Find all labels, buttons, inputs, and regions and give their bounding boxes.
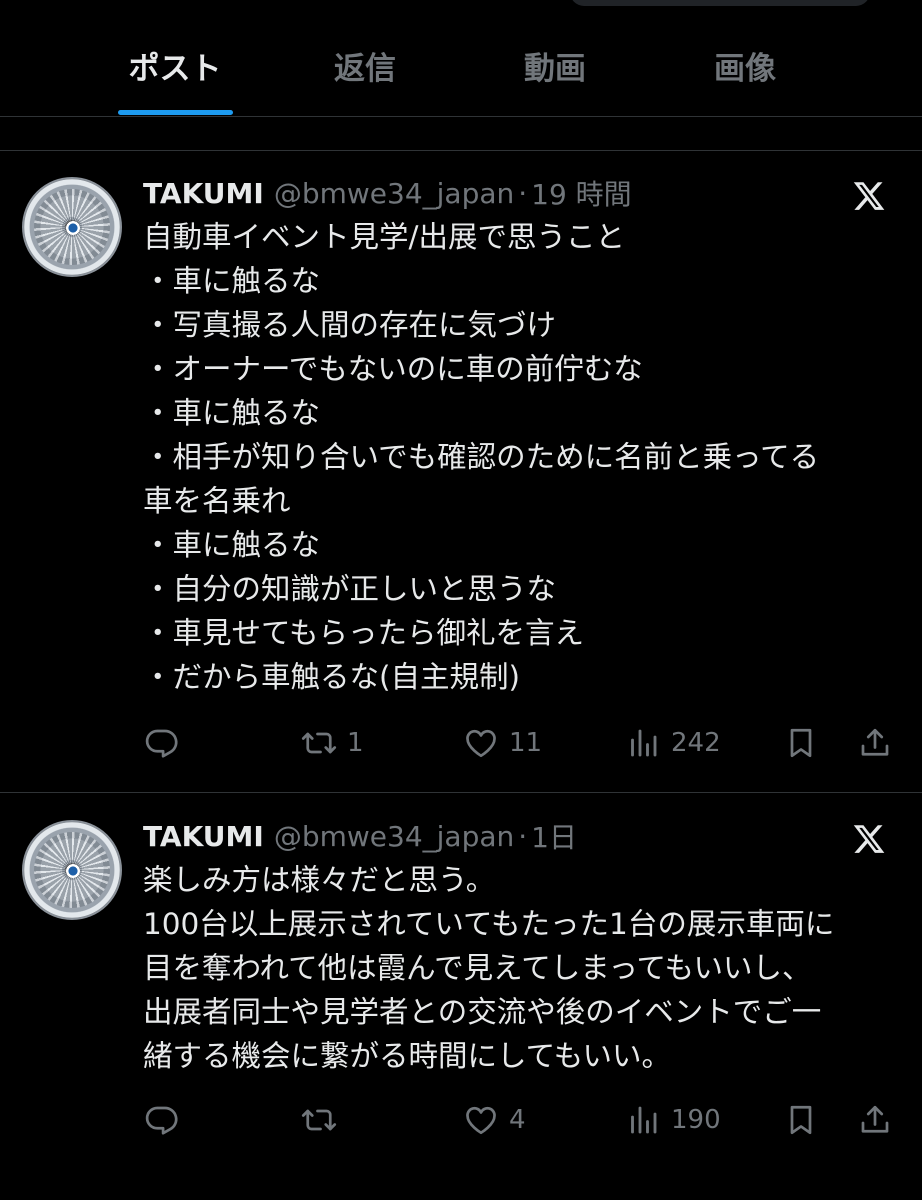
repost-button[interactable]: 1 bbox=[301, 723, 364, 763]
repost-count: 1 bbox=[347, 728, 364, 758]
x-logo-icon bbox=[853, 182, 885, 210]
bookmark-icon bbox=[790, 1105, 812, 1135]
bookmark-icon bbox=[790, 728, 812, 758]
search-bar-edge[interactable] bbox=[570, 0, 870, 6]
tab-videos-label: 動画 bbox=[524, 50, 586, 87]
views-icon bbox=[631, 1106, 657, 1134]
post-line: 目を奪われて他は霞んで見えてしまってもいいし、 bbox=[143, 951, 812, 985]
author-name[interactable]: TAKUMI bbox=[143, 177, 264, 210]
repost-icon bbox=[301, 732, 337, 754]
post-line: 車を名乗れ bbox=[143, 484, 291, 518]
reply-button[interactable] bbox=[143, 723, 179, 763]
author-handle[interactable]: @bmwe34_japan bbox=[274, 820, 514, 853]
tab-images[interactable]: 画像 bbox=[650, 14, 840, 116]
like-button[interactable]: 4 bbox=[463, 1100, 526, 1140]
post-header: TAKUMI @bmwe34_japan · 19 時間 bbox=[143, 173, 886, 213]
post-time[interactable]: 1日 bbox=[531, 816, 577, 856]
tab-videos[interactable]: 動画 bbox=[460, 14, 650, 116]
post-line: ・写真撮る人間の存在に気づけ bbox=[143, 308, 557, 342]
post-text: 楽しみ方は様々だと思う。 100台以上展示されていてもたった1台の展示車両に 目… bbox=[143, 858, 886, 1078]
share-icon bbox=[861, 728, 889, 756]
bookmark-button[interactable] bbox=[783, 1100, 819, 1140]
post-line: 自動車イベント見学/出展で思うこと bbox=[143, 220, 625, 254]
tab-posts[interactable]: ポスト bbox=[80, 14, 270, 116]
post-content: TAKUMI @bmwe34_japan · 1日 楽しみ方は様々だと思う。 1… bbox=[143, 816, 886, 1078]
share-icon bbox=[861, 1105, 889, 1133]
post-time[interactable]: 19 時間 bbox=[531, 173, 632, 213]
repost-button[interactable] bbox=[301, 1100, 347, 1140]
avatar[interactable] bbox=[22, 177, 122, 277]
profile-tabs: ポスト 返信 動画 画像 bbox=[0, 14, 922, 117]
share-button[interactable] bbox=[857, 1100, 893, 1140]
tab-replies[interactable]: 返信 bbox=[270, 14, 460, 116]
like-count: 11 bbox=[509, 728, 543, 758]
views-count: 242 bbox=[671, 728, 721, 758]
heart-icon bbox=[466, 729, 496, 758]
post-line: ・車見せてもらったら御礼を言え bbox=[143, 616, 585, 650]
post-content: TAKUMI @bmwe34_japan · 19 時間 自動車イベント見学/出… bbox=[143, 173, 886, 699]
post[interactable]: TAKUMI @bmwe34_japan · 19 時間 自動車イベント見学/出… bbox=[0, 151, 922, 793]
post-line: 出展者同士や見学者との交流や後のイベントでご一 bbox=[143, 995, 822, 1029]
post-line: ・自分の知識が正しいと思うな bbox=[143, 572, 557, 606]
post-line: 楽しみ方は様々だと思う。 bbox=[143, 863, 496, 897]
views-icon bbox=[631, 729, 657, 757]
active-tab-indicator bbox=[118, 110, 233, 115]
post-text: 自動車イベント見学/出展で思うこと ・車に触るな ・写真撮る人間の存在に気づけ … bbox=[143, 215, 886, 699]
tab-replies-label: 返信 bbox=[334, 50, 396, 87]
bookmark-button[interactable] bbox=[783, 723, 819, 763]
post-actions: 1 11 242 bbox=[143, 723, 900, 763]
views-button[interactable]: 242 bbox=[625, 723, 721, 763]
post-line: 緒する機会に繋がる時間にしてもいい。 bbox=[143, 1039, 672, 1073]
reply-icon bbox=[145, 729, 178, 758]
like-count: 4 bbox=[509, 1105, 526, 1135]
post[interactable]: TAKUMI @bmwe34_japan · 1日 楽しみ方は様々だと思う。 1… bbox=[0, 794, 922, 1200]
tab-posts-label: ポスト bbox=[128, 50, 222, 87]
author-name[interactable]: TAKUMI bbox=[143, 820, 264, 853]
reply-icon bbox=[145, 1106, 178, 1135]
share-button[interactable] bbox=[857, 723, 893, 763]
views-button[interactable]: 190 bbox=[625, 1100, 721, 1140]
post-actions: 4 190 bbox=[143, 1100, 900, 1140]
heart-icon bbox=[466, 1106, 496, 1135]
post-line: ・だから車触るな(自主規制) bbox=[143, 660, 521, 694]
post-line: ・オーナーでもないのに車の前佇むな bbox=[143, 352, 643, 386]
post-line: ・車に触るな bbox=[143, 528, 321, 562]
separator: · bbox=[518, 819, 528, 853]
author-handle[interactable]: @bmwe34_japan bbox=[274, 177, 514, 210]
post-line: 100台以上展示されていてもたった1台の展示車両に bbox=[143, 907, 835, 941]
avatar[interactable] bbox=[22, 820, 122, 920]
repost-icon bbox=[301, 1109, 337, 1131]
like-button[interactable]: 11 bbox=[463, 723, 542, 763]
post-line: ・相手が知り合いでも確認のために名前と乗ってる bbox=[143, 440, 820, 474]
post-line: ・車に触るな bbox=[143, 396, 321, 430]
reply-button[interactable] bbox=[143, 1100, 179, 1140]
post-header: TAKUMI @bmwe34_japan · 1日 bbox=[143, 816, 886, 856]
x-logo-icon bbox=[853, 825, 885, 853]
views-count: 190 bbox=[671, 1105, 721, 1135]
post-line: ・車に触るな bbox=[143, 264, 321, 298]
tab-images-label: 画像 bbox=[714, 50, 776, 87]
separator: · bbox=[518, 176, 528, 210]
